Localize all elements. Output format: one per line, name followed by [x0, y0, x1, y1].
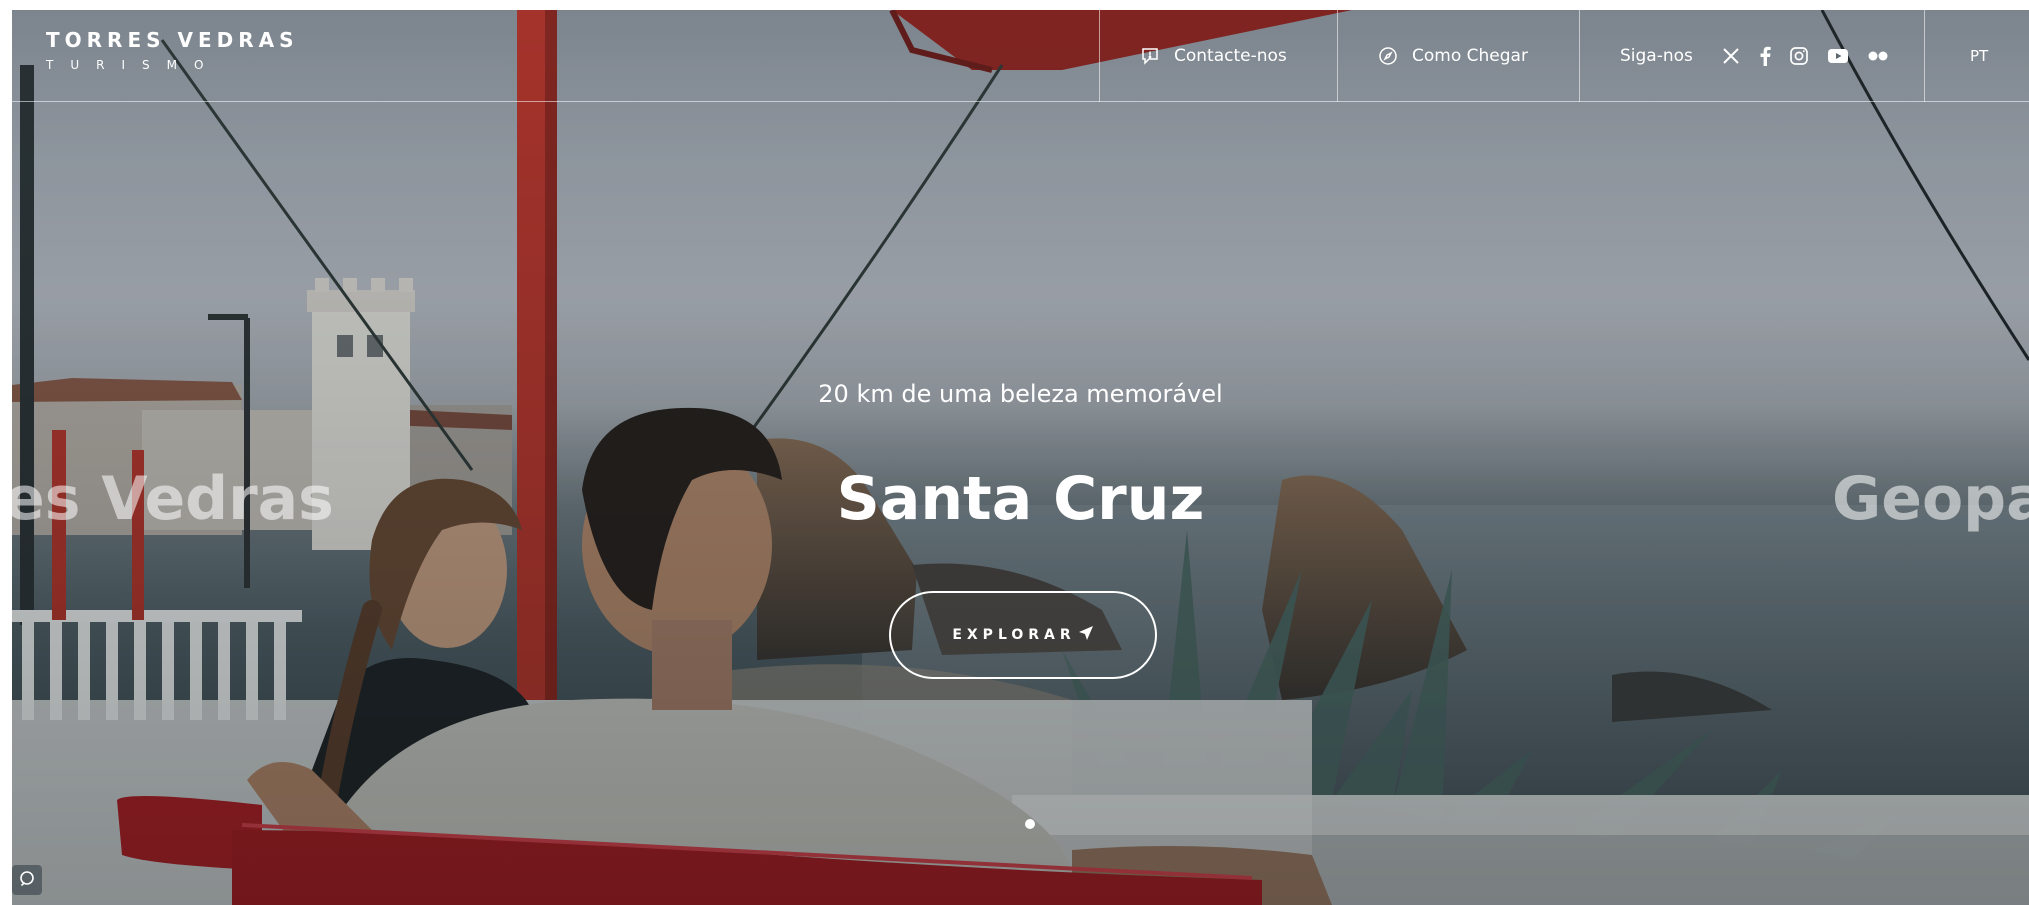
brand-logo[interactable]: TORRES VEDRAS TURISMO [46, 28, 299, 72]
social-label: Siga-nos [1620, 46, 1693, 66]
chat-widget-button[interactable] [12, 865, 42, 895]
next-slide-title[interactable]: Geopa [1832, 464, 2029, 534]
contact-label: Contacte-nos [1174, 46, 1287, 66]
facebook-icon[interactable] [1759, 46, 1771, 66]
compass-icon [1378, 46, 1398, 66]
language-switcher[interactable]: PT [1924, 10, 2029, 102]
directions-link[interactable]: Como Chegar [1337, 10, 1579, 102]
top-navigation: TORRES VEDRAS TURISMO Contacte-nos Como … [12, 10, 2029, 102]
slide-title: Santa Cruz [836, 464, 1205, 534]
hero-slider: TORRES VEDRAS TURISMO Contacte-nos Como … [12, 10, 2029, 905]
send-arrow-icon [1076, 625, 1094, 645]
slide-subtitle: 20 km de uma beleza memorável [818, 380, 1223, 408]
chat-icon [1140, 46, 1160, 66]
social-links: Siga-nos [1579, 10, 1924, 102]
brand-name: TORRES VEDRAS [46, 28, 299, 52]
slide-dot-active[interactable] [1025, 819, 1035, 829]
flickr-icon[interactable] [1867, 50, 1889, 62]
explore-button[interactable]: EXPLORAR [889, 591, 1157, 679]
instagram-icon[interactable] [1789, 46, 1809, 66]
slider-pagination [1025, 819, 1035, 829]
contact-link[interactable]: Contacte-nos [1099, 10, 1337, 102]
hero-background-photo [12, 10, 2029, 905]
x-icon[interactable] [1721, 46, 1741, 66]
language-label: PT [1970, 47, 1989, 65]
directions-label: Como Chegar [1412, 46, 1528, 66]
chat-bubble-icon [19, 870, 35, 890]
explore-label: EXPLORAR [952, 627, 1076, 643]
youtube-icon[interactable] [1827, 47, 1849, 65]
brand-subtitle: TURISMO [46, 58, 221, 72]
